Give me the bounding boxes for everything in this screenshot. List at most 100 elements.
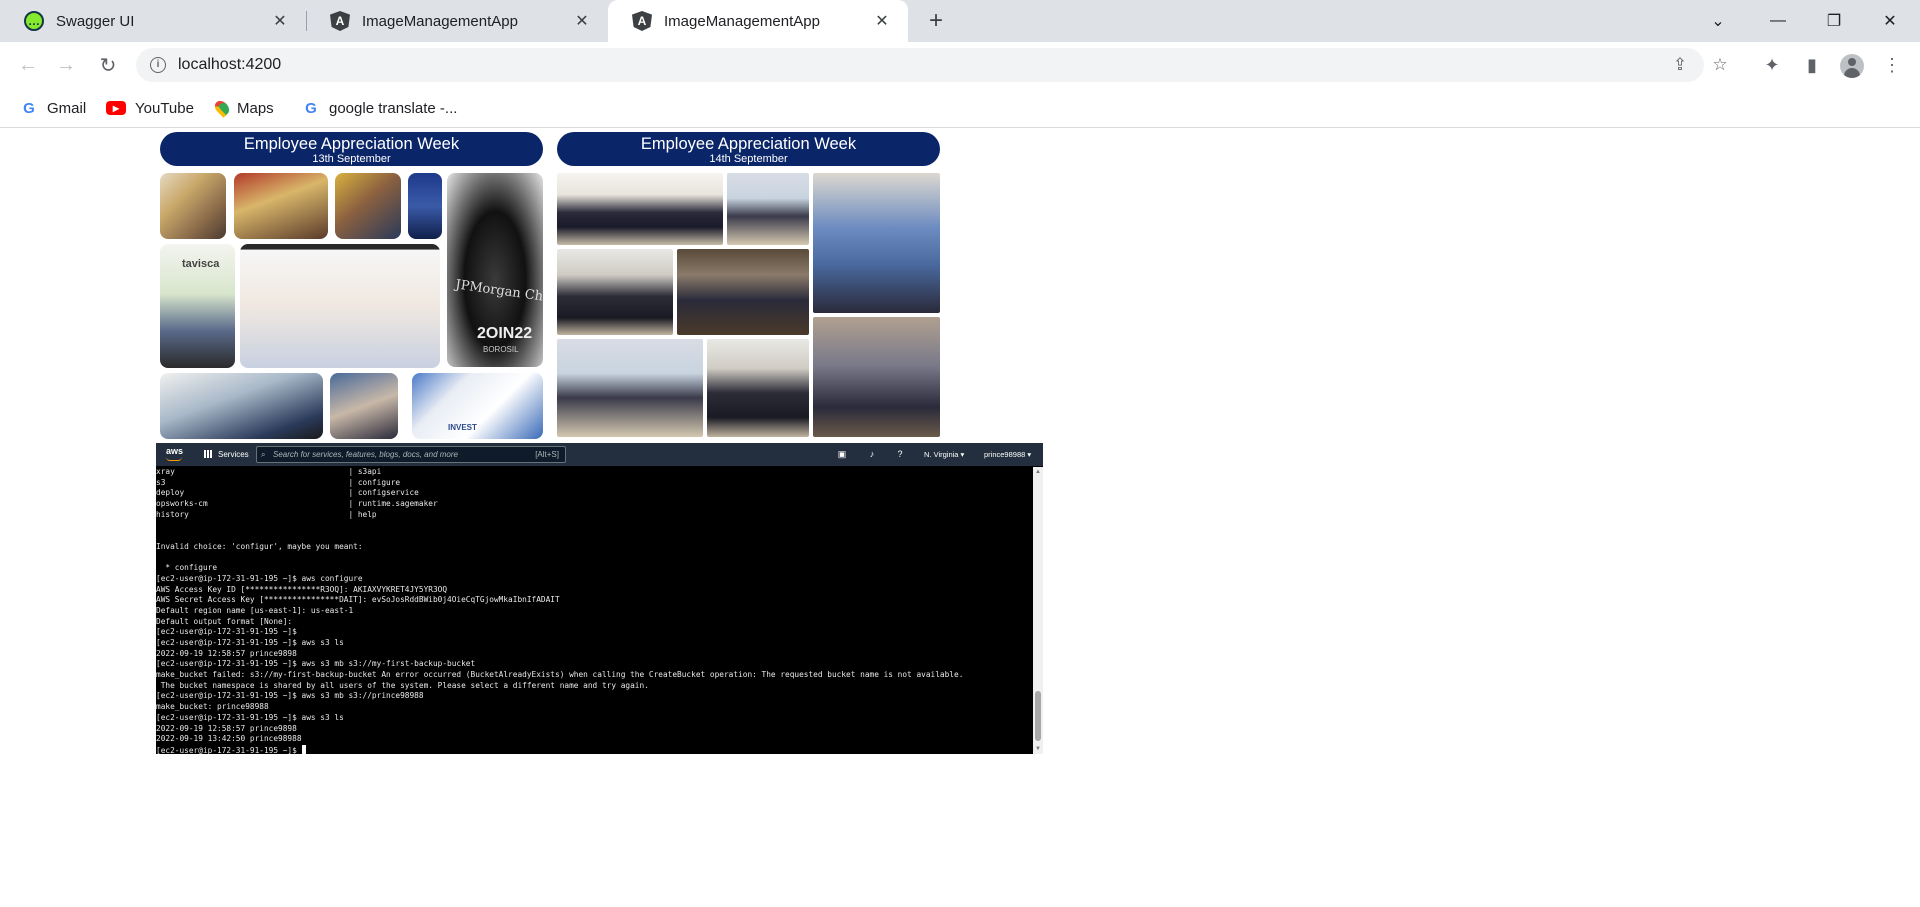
mug-brand-text: JPMorgan Chase [454,277,543,308]
photo [160,373,323,439]
terminal-line: history | help [156,509,377,519]
menu-kebab-icon[interactable]: ⋮ [1878,51,1906,79]
terminal-line: make_bucket: prince98988 [156,702,269,712]
search-shortcut: [Alt+S] [535,450,559,459]
terminal-line: make_bucket failed: s3://my-first-backup… [156,670,964,680]
tab-strip: … Swagger UI ✕ A ImageManagementApp ✕ A … [0,0,1920,42]
terminal-line: [ec2-user@ip-172-31-91-195 ~]$ aws s3 mb… [156,691,424,701]
photo-mug: JPMorgan Chase 2OIN22 BOROSIL [447,173,543,367]
bookmark-label: Maps [237,99,274,117]
close-icon[interactable]: ✕ [570,9,594,33]
window-close-icon[interactable]: ✕ [1862,0,1918,42]
bookmark-google-translate[interactable]: G google translate -... [302,96,457,120]
terminal-line: xray | s3api [156,467,382,476]
photo [557,173,723,245]
scroll-up-icon: ▲ [1035,469,1041,475]
terminal-line: [ec2-user@ip-172-31-91-195 ~]$ aws s3 ls [156,712,344,722]
photo-screenshot [240,244,440,368]
terminal-line: 2022-09-19 13:42:50 prince98988 [156,734,302,744]
bookmark-label: YouTube [135,99,194,117]
share-icon[interactable]: ⇪ [1664,48,1696,82]
tab-title: ImageManagementApp [362,12,518,30]
mug-sub-text: BOROSIL [483,345,519,354]
terminal-line: Default output format [None]: [156,616,293,626]
terminal-line: The bucket namespace is shared by all us… [156,680,649,690]
new-tab-button[interactable]: + [922,8,950,36]
close-icon[interactable]: ✕ [870,9,894,33]
bookmark-label: Gmail [47,99,87,117]
search-placeholder: Search for services, features, blogs, do… [273,450,458,459]
photo [813,317,940,437]
terminal-line: 2022-09-19 12:58:57 prince9898 [156,723,297,733]
photo [330,373,398,439]
back-icon[interactable]: ← [14,51,42,79]
restore-icon[interactable]: ❐ [1806,0,1862,42]
google-icon: G [305,99,317,117]
banner-subtitle: 14th September [709,153,788,165]
browser-toolbar: ← → ↻ i localhost:4200 ⇪ ☆ ✦ ▮ ⋮ [0,42,1920,88]
terminal-line: opsworks-cm | runtime.sagemaker [156,499,438,509]
swagger-icon: … [24,11,44,31]
scroll-thumb [1035,691,1041,741]
bookmark-maps[interactable]: Maps [212,96,274,120]
services-menu: Services [218,450,249,459]
photo-invest: INVEST [412,373,543,439]
photo [813,173,940,313]
minimize-icon[interactable]: — [1750,0,1806,42]
terminal-prompt: [ec2-user@ip-172-31-91-195 ~]$ [156,745,302,754]
photo [727,173,809,245]
reload-icon[interactable]: ↻ [94,51,122,79]
photo [677,249,809,335]
mug-year-text: 2OIN22 [477,325,533,342]
side-panel-icon[interactable]: ▮ [1798,51,1826,79]
tab-search-chevron-icon[interactable]: ⌄ [1690,0,1746,42]
aws-logo: aws [166,446,184,456]
cloudshell-icon: ▣ [837,449,847,459]
terminal-scrollbar: ▲ ▼ [1033,467,1043,754]
bookmarks-bar: G Gmail ▶ YouTube Maps G google translat… [0,88,1920,128]
banner-subtitle: 13th September [312,153,391,165]
tab-image-management-app[interactable]: A ImageManagementApp ✕ [306,0,608,42]
maps-icon [212,98,232,118]
region-selector: N. Virginia ▾ [924,450,965,459]
terminal-line: [ec2-user@ip-172-31-91-195 ~]$ [156,627,297,637]
tab-image-management-app-active[interactable]: A ImageManagementApp ✕ [608,0,908,42]
terminal-prompt-line: [ec2-user@ip-172-31-91-195 ~]$ [156,744,1031,754]
terminal-line: [ec2-user@ip-172-31-91-195 ~]$ aws s3 mb… [156,659,476,669]
angular-icon: A [632,11,652,31]
scroll-down-icon: ▼ [1035,746,1041,752]
tab-swagger-ui[interactable]: … Swagger UI ✕ [0,0,306,42]
google-icon: G [23,99,35,117]
banner-title: Employee Appreciation Week [243,135,460,153]
terminal-line: deploy | configservice [156,488,419,498]
extensions-icon[interactable]: ✦ [1758,51,1786,79]
terminal-line: s3 | configure [156,477,401,487]
terminal-line: AWS Access Key ID [****************R3OQ]… [156,584,448,594]
bookmark-youtube[interactable]: ▶ YouTube [106,96,194,120]
photo [408,173,442,239]
address-bar[interactable]: i localhost:4200 ⇪ ☆ [136,48,1728,82]
invest-text: INVEST [448,423,477,432]
forward-icon[interactable]: → [52,51,80,79]
terminal-line: 2022-09-19 12:58:57 prince9898 [156,648,297,658]
photo [335,173,401,239]
bookmark-label: google translate -... [329,99,458,117]
help-icon: ? [897,449,903,459]
close-icon[interactable]: ✕ [268,9,292,33]
url-text[interactable]: localhost:4200 [178,56,281,74]
banner-14th-september: Employee Appreciation Week 14th Septembe… [557,132,940,166]
bookmark-gmail[interactable]: G Gmail [20,96,86,120]
photo [707,339,809,437]
terminal-line: * configure [156,563,218,573]
youtube-icon: ▶ [106,101,126,115]
terminal-cursor [301,744,306,754]
aws-search-box: ⌕ Search for services, features, blogs, … [256,446,566,463]
profile-avatar[interactable] [1840,54,1864,78]
account-menu: prince98988 ▾ [984,450,1032,459]
site-info-icon[interactable]: i [150,57,166,73]
terminal-line: Invalid choice: 'configur', maybe you me… [156,541,363,551]
bell-icon: ♪ [869,449,875,459]
bookmark-star-icon[interactable]: ☆ [1704,48,1736,82]
